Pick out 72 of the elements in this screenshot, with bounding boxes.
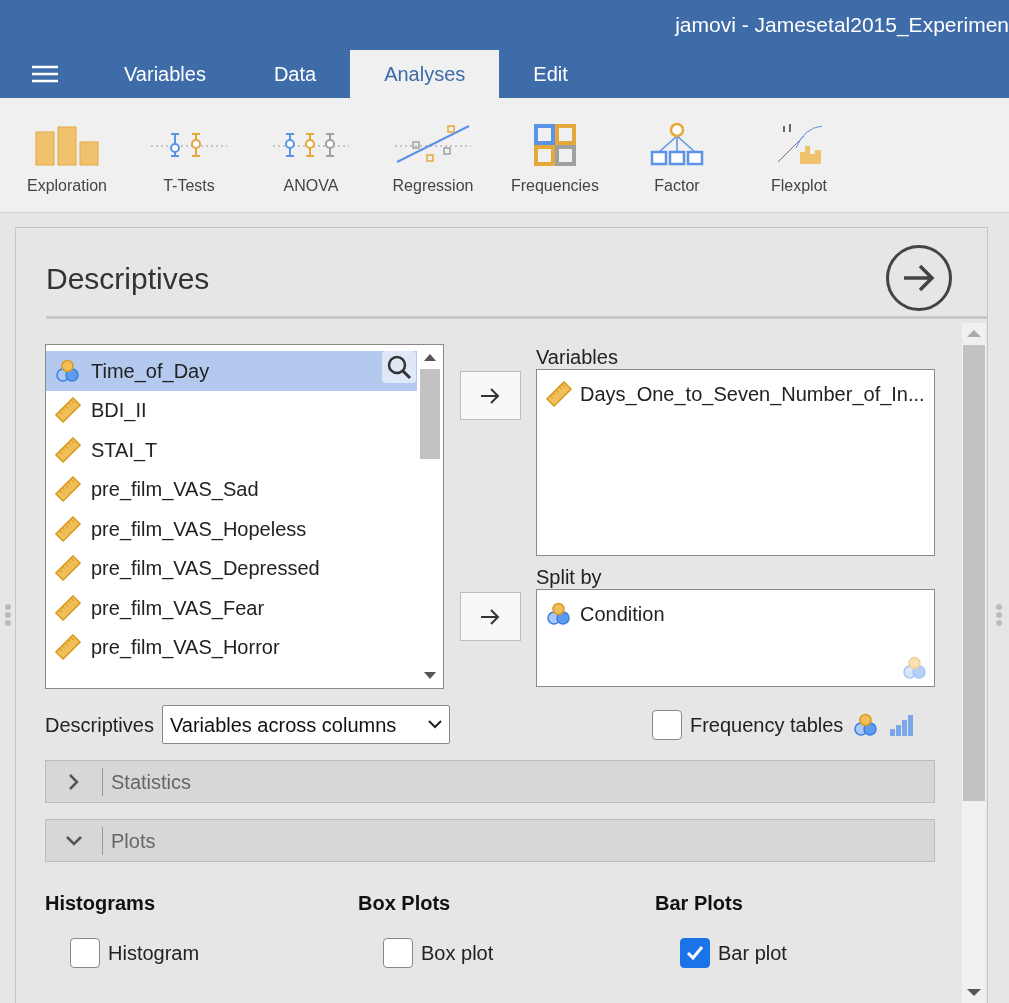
checkbox[interactable]: Frequency tables bbox=[651, 709, 844, 740]
checkmark-icon bbox=[685, 943, 705, 963]
toolbar-button[interactable]: Flexplot bbox=[738, 114, 860, 198]
target-label: Variables bbox=[536, 345, 619, 369]
checkbox-square[interactable] bbox=[651, 709, 682, 740]
analysis-title: Descriptives bbox=[46, 260, 210, 297]
scroll-down-icon[interactable] bbox=[967, 989, 981, 997]
right-arrow-icon bbox=[902, 264, 936, 292]
checkbox-label: Bar plot bbox=[718, 941, 787, 966]
window-title: jamovi - Jamesetal2015_Experimen bbox=[675, 12, 1009, 39]
assigned-variable[interactable]: Condition bbox=[546, 599, 928, 629]
checkbox-square[interactable] bbox=[383, 938, 413, 968]
target-label: Split by bbox=[536, 565, 603, 589]
move-arrow-button[interactable] bbox=[459, 371, 521, 420]
nominal-variable-icon bbox=[902, 656, 928, 680]
nominal-variable-icon bbox=[853, 712, 880, 737]
option-label: Descriptives bbox=[45, 712, 154, 738]
checkbox-label: Histogram bbox=[108, 941, 200, 966]
hierarchy-icon bbox=[650, 122, 704, 166]
nominal-variable-icon bbox=[55, 358, 81, 383]
toolbar-button[interactable]: Frequencies bbox=[494, 114, 616, 198]
toolbar-button[interactable]: Factor bbox=[616, 114, 738, 198]
checkbox-label: Box plot bbox=[421, 941, 494, 966]
scatter-line-icon bbox=[395, 122, 471, 166]
checkbox-square[interactable] bbox=[70, 938, 100, 968]
variable-list-item[interactable]: pre_film_VAS_Sad bbox=[46, 469, 417, 509]
right-arrow-icon bbox=[480, 608, 500, 625]
menu-tab[interactable]: Variables bbox=[90, 50, 240, 98]
assigned-variable[interactable]: Days_One_to_Seven_Number_of_In... bbox=[546, 379, 928, 409]
menu-tab[interactable]: Edit bbox=[499, 50, 602, 98]
right-arrow-icon bbox=[480, 387, 500, 404]
checkbox-label: Frequency tables bbox=[689, 712, 844, 738]
menu-tab[interactable]: Data bbox=[239, 50, 351, 98]
drag-handle-icon bbox=[995, 604, 1002, 626]
collapsible-section-header[interactable]: Statistics bbox=[45, 760, 935, 803]
checkbox[interactable]: Box plot bbox=[383, 938, 655, 968]
nominal-variable-icon bbox=[546, 602, 572, 626]
toolbar-button[interactable]: Exploration bbox=[6, 114, 128, 198]
variable-list-item[interactable]: pre_film_VAS_Depressed bbox=[46, 548, 417, 588]
toolbar-button[interactable]: T-Tests bbox=[128, 114, 250, 198]
variable-list-item[interactable]: BDI_II bbox=[46, 390, 417, 430]
menu-tab[interactable]: Analyses bbox=[350, 50, 500, 98]
move-arrow-button[interactable] bbox=[459, 592, 521, 641]
checkbox[interactable]: Bar plot bbox=[680, 938, 952, 968]
scrollbar-thumb[interactable] bbox=[963, 345, 985, 801]
scrollbar-thumb[interactable] bbox=[420, 369, 440, 459]
bar-chart-icon bbox=[889, 713, 914, 736]
variable-list-item[interactable]: STAI_T bbox=[46, 430, 417, 470]
scroll-down-icon[interactable] bbox=[424, 672, 436, 680]
variable-list-item[interactable]: pre_film_VAS_Horror bbox=[46, 627, 417, 667]
chevron-down-icon bbox=[427, 720, 442, 729]
group-heading: Histograms bbox=[45, 891, 157, 916]
bar-chart-icon bbox=[34, 126, 100, 166]
dropdown-select[interactable]: Variables across columns bbox=[161, 705, 450, 744]
chevron-right-icon bbox=[69, 773, 79, 790]
scrollbar[interactable] bbox=[962, 323, 986, 1003]
group-heading: Bar Plots bbox=[655, 891, 744, 916]
checkbox[interactable]: Histogram bbox=[70, 938, 358, 968]
toolbar-button[interactable]: Regression bbox=[372, 114, 494, 198]
variable-list-item[interactable]: pre_film_VAS_Fear bbox=[46, 588, 417, 628]
variable-list-item[interactable]: pre_film_VAS_Hopeless bbox=[46, 509, 417, 549]
scroll-up-icon[interactable] bbox=[424, 353, 436, 361]
search-icon[interactable] bbox=[382, 351, 416, 383]
grid-icon bbox=[534, 124, 576, 166]
chevron-down-icon bbox=[66, 835, 82, 846]
toolbar-button[interactable]: ANOVA bbox=[250, 114, 372, 198]
group-heading: Box Plots bbox=[358, 891, 452, 916]
run-arrow-button[interactable] bbox=[886, 245, 952, 311]
variable-list-item[interactable]: Time_of_Day bbox=[46, 351, 417, 391]
drag-handle-icon bbox=[4, 604, 11, 626]
collapsible-section-header[interactable]: Plots bbox=[45, 819, 935, 862]
checked-checkbox[interactable] bbox=[680, 938, 710, 968]
